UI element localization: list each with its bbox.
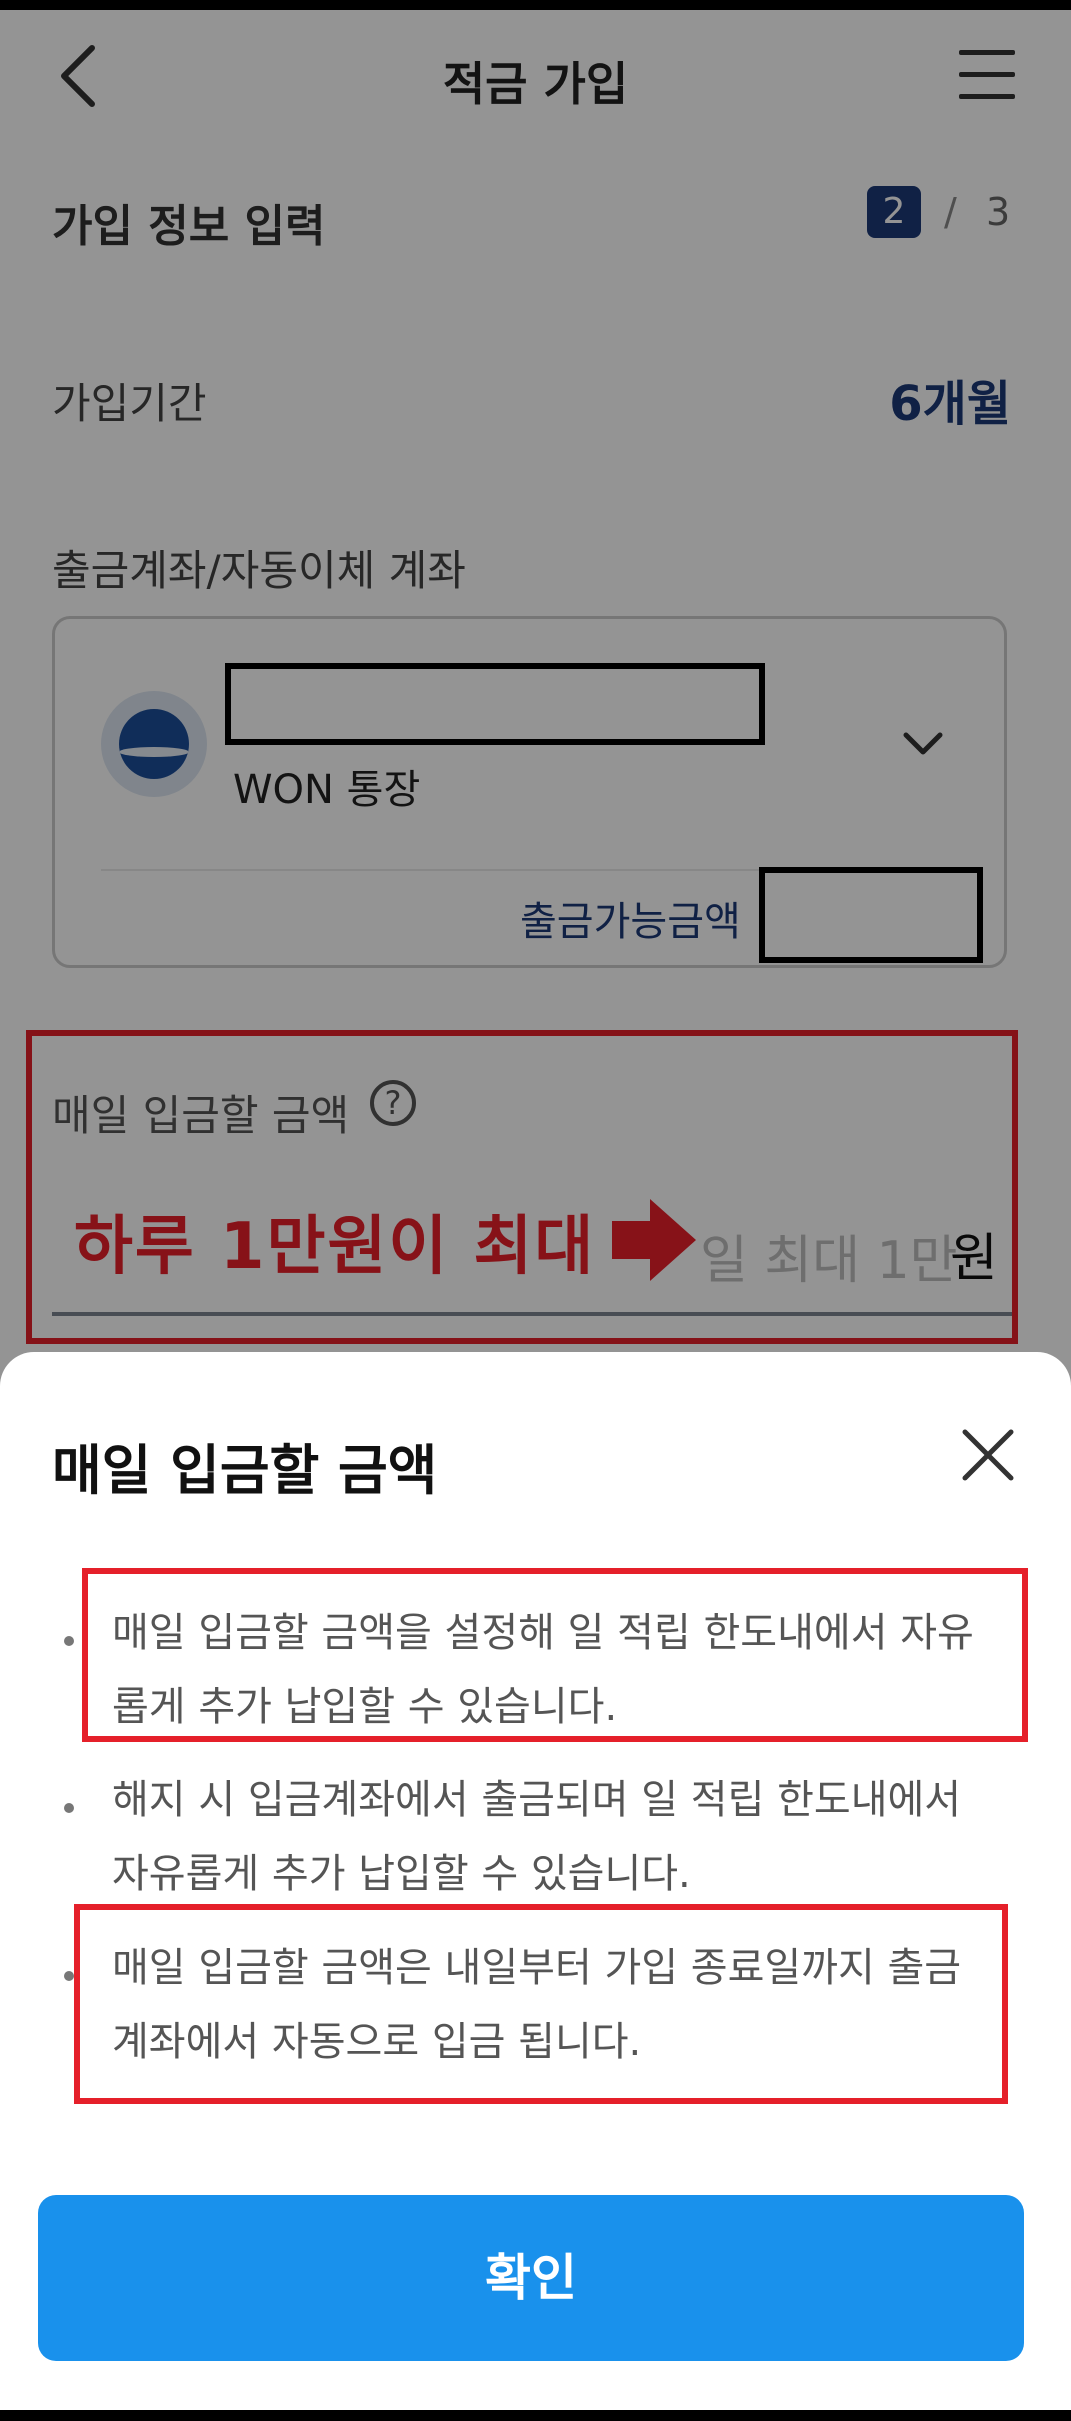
sheet-item-2-line1: 해지 시 입금계좌에서 출금되며 일 적립 한도내에서 [112, 1777, 962, 1823]
bullet-dot [64, 1971, 74, 1981]
confirm-button[interactable]: 확인 [38, 2195, 1024, 2361]
sheet-item-2: 해지 시 입금계좌에서 출금되며 일 적립 한도내에서 자유롭게 추가 납입할 … [112, 1763, 1012, 1911]
bullet-dot [64, 1636, 74, 1646]
screen: 적금 가입 가입 정보 입력 2 / 3 가입기간 6개월 출금계좌/자동이체 … [0, 10, 1071, 2410]
sheet-item-2-line2: 자유롭게 추가 납입할 수 있습니다. [112, 1851, 691, 1897]
bullet-dot [64, 1803, 74, 1813]
annotation-highlight-box [82, 1568, 1028, 1742]
annotation-highlight-box [74, 1904, 1008, 2104]
sheet-title: 매일 입금할 금액 [52, 1439, 438, 1502]
close-icon[interactable] [959, 1426, 1017, 1484]
